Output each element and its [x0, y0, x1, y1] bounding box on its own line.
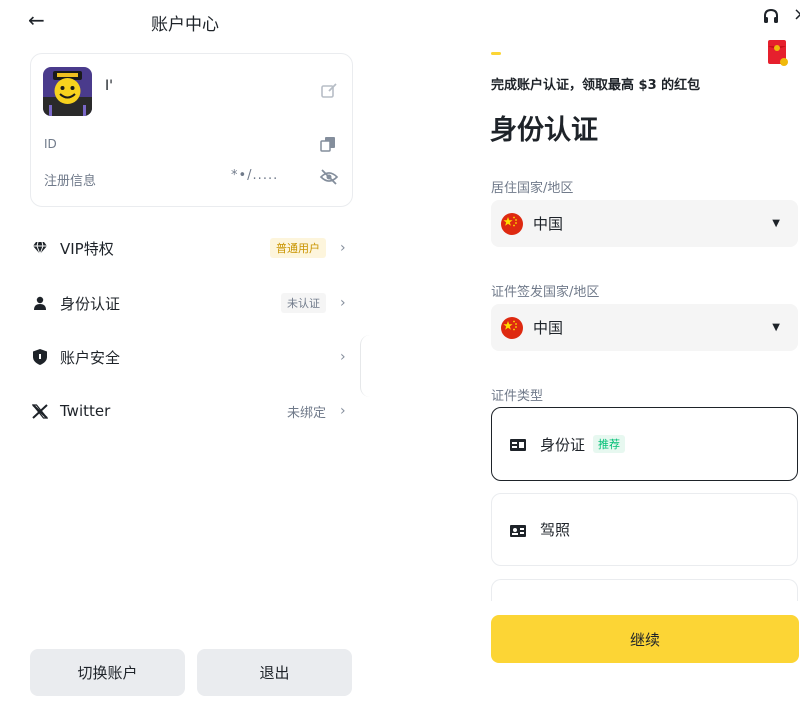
recommend-badge: 推荐 — [593, 435, 626, 453]
chevron-right-icon: › — [340, 240, 346, 256]
continue-button[interactable]: 继续 — [491, 615, 799, 663]
doc-option-driver-license[interactable]: 驾照 — [491, 493, 798, 566]
chevron-right-icon: › — [340, 403, 346, 419]
menu-label: VIP特权 — [60, 239, 114, 258]
red-packet-icon[interactable] — [768, 40, 788, 66]
status-badge: 普通用户 — [270, 238, 326, 258]
profile-card: I' ID 注册信息 *•/..... — [30, 53, 353, 207]
x-logo-icon — [30, 401, 50, 421]
status-badge: 未认证 — [281, 293, 326, 313]
caret-down-icon: ▼ — [772, 322, 780, 333]
chevron-right-icon: › — [340, 295, 346, 311]
doc-option-more[interactable] — [491, 579, 798, 601]
promo-text: 完成账户认证，领取最高 $3 的红包 — [491, 78, 701, 93]
doc-option-label: 身份证 — [540, 435, 586, 454]
panel-edge — [360, 335, 370, 397]
doc-option-label: 驾照 — [540, 521, 571, 539]
issuing-label: 证件签发国家/地区 — [491, 285, 600, 300]
headset-icon[interactable] — [762, 8, 780, 26]
person-icon — [30, 293, 50, 313]
menu-item-vip[interactable]: VIP特权 普通用户 › — [30, 233, 350, 263]
china-flag-icon — [501, 212, 523, 235]
register-info-value: *•/..... — [231, 168, 279, 183]
page-title: 账户中心 — [151, 15, 219, 35]
switch-account-button[interactable]: 切换账户 — [30, 649, 185, 696]
copy-icon[interactable] — [320, 136, 336, 152]
issuing-country-select[interactable]: 中国 ▼ — [491, 304, 798, 351]
id-card-icon — [510, 437, 526, 451]
residence-select[interactable]: 中国 ▼ — [491, 200, 798, 247]
progress-bar — [491, 52, 501, 55]
china-flag-icon — [501, 316, 523, 339]
status-badge: 未绑定 — [286, 405, 326, 421]
menu-label: 账户安全 — [60, 348, 121, 367]
caret-down-icon: ▼ — [772, 218, 780, 229]
shield-icon — [30, 347, 50, 367]
logout-button[interactable]: 退出 — [197, 649, 352, 696]
license-icon — [510, 523, 526, 537]
account-center-panel: ← 账户中心 I' ID 注册信息 *•/..... VIP特权 普通用户 › … — [0, 0, 370, 715]
page-title: 身份认证 — [490, 115, 598, 146]
menu-label: Twitter — [60, 402, 111, 420]
id-label: ID — [44, 137, 57, 151]
doc-option-id-card[interactable]: 身份证 推荐 — [491, 407, 798, 481]
menu-item-security[interactable]: 账户安全 › — [30, 342, 350, 372]
chevron-right-icon: › — [340, 349, 346, 365]
menu-item-identity[interactable]: 身份认证 未认证 › — [30, 288, 350, 318]
issuing-value: 中国 — [533, 319, 564, 337]
identity-verification-panel: × 完成账户认证，领取最高 $3 的红包 身份认证 居住国家/地区 中国 ▼ 证… — [380, 0, 800, 715]
username: I' — [105, 78, 113, 94]
vip-diamond-icon — [30, 238, 50, 258]
avatar[interactable] — [43, 67, 92, 116]
menu-label: 身份认证 — [60, 294, 121, 313]
eye-off-icon[interactable] — [319, 168, 339, 186]
menu-item-twitter[interactable]: Twitter 未绑定 › — [30, 396, 350, 426]
register-info-label: 注册信息 — [44, 174, 97, 189]
edit-icon[interactable] — [320, 82, 338, 100]
close-icon[interactable]: × — [793, 4, 800, 25]
residence-value: 中国 — [533, 215, 564, 233]
residence-label: 居住国家/地区 — [491, 181, 574, 196]
doc-type-label: 证件类型 — [491, 389, 544, 404]
